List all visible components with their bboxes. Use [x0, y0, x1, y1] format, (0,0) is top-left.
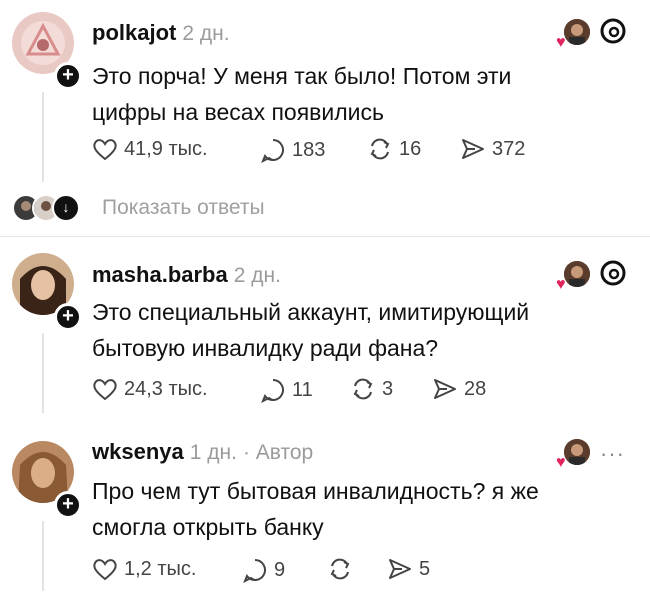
repost-button[interactable]: [327, 557, 359, 581]
share-button[interactable]: 5: [387, 557, 430, 581]
follow-plus-button[interactable]: +: [54, 491, 82, 519]
share-send-icon: [432, 377, 458, 401]
repost-arrows-icon: [327, 557, 353, 581]
show-replies-label[interactable]: Показать ответы: [102, 196, 265, 220]
username[interactable]: masha.barba 2 дн.: [92, 262, 281, 288]
thread-line: [42, 333, 44, 413]
share-send-icon: [460, 137, 486, 161]
comment-post-1: + polkajot 2 дн. ♥ Это порча! У меня так …: [0, 0, 650, 236]
heart-outline-icon: [92, 377, 118, 401]
comment-text: Это специальный аккаунт, имитирующий быт…: [92, 299, 530, 361]
heart-outline-icon: [92, 557, 118, 581]
post-time: 2 дн.: [182, 22, 230, 45]
repost-arrows-icon: [367, 137, 393, 161]
action-bar: 1,2 тыс. 9 5: [92, 557, 612, 587]
post-top-right: ♥: [556, 260, 626, 292]
heart-filled-icon: ♥: [556, 33, 566, 51]
post-top-right: ♥ ···: [556, 439, 625, 471]
heart-filled-icon: ♥: [556, 275, 566, 293]
more-dots-icon[interactable]: ···: [600, 441, 625, 467]
comment-button[interactable]: 9: [242, 557, 285, 583]
show-replies-row[interactable]: ↓ Показать ответы: [12, 190, 265, 226]
author-liked-indicator: ♥: [556, 18, 590, 50]
threads-logo-icon[interactable]: [600, 260, 626, 291]
post-time: 1 дн.: [189, 441, 237, 464]
follow-plus-button[interactable]: +: [54, 303, 82, 331]
like-button[interactable]: 41,9 тыс.: [92, 137, 208, 161]
share-button[interactable]: 372: [460, 137, 525, 161]
expand-replies-icon: ↓: [52, 194, 80, 222]
like-button[interactable]: 24,3 тыс.: [92, 377, 208, 401]
comment-post-3: + wksenya 1 дн. · Автор ♥ ··· Про чем тут …: [0, 427, 650, 597]
action-bar: 24,3 тыс. 11 3 28: [92, 377, 612, 407]
comment-text: Это порча! У меня так было! Потом эти ци…: [92, 63, 512, 125]
post-top-right: ♥: [556, 18, 626, 50]
comment-bubble-icon: [260, 377, 286, 403]
thread-line: [42, 521, 44, 591]
author-tag: · Автор: [242, 441, 314, 464]
post-time: 2 дн.: [233, 264, 281, 287]
comment-post-2: + masha.barba 2 дн. ♥ Это специальный акк…: [0, 237, 650, 427]
share-send-icon: [387, 557, 413, 581]
comment-button[interactable]: 183: [260, 137, 325, 163]
heart-outline-icon: [92, 137, 118, 161]
repost-arrows-icon: [350, 377, 376, 401]
share-button[interactable]: 28: [432, 377, 486, 401]
threads-logo-icon[interactable]: [600, 18, 626, 49]
action-bar: 41,9 тыс. 183 16 372: [92, 137, 612, 167]
author-liked-indicator: ♥: [556, 260, 590, 292]
author-liked-indicator: ♥: [556, 439, 590, 471]
username[interactable]: wksenya 1 дн. · Автор: [92, 439, 313, 465]
username[interactable]: polkajot 2 дн.: [92, 20, 230, 46]
heart-filled-icon: ♥: [556, 454, 566, 471]
comment-text: Про чем тут бытовая инвалидность? я же с…: [92, 478, 539, 540]
repost-button[interactable]: 3: [350, 377, 393, 401]
comment-bubble-icon: [242, 557, 268, 583]
repost-button[interactable]: 16: [367, 137, 421, 161]
like-button[interactable]: 1,2 тыс.: [92, 557, 196, 581]
thread-line: [42, 92, 44, 182]
comment-button[interactable]: 11: [260, 377, 313, 403]
comment-bubble-icon: [260, 137, 286, 163]
follow-plus-button[interactable]: +: [54, 62, 82, 90]
